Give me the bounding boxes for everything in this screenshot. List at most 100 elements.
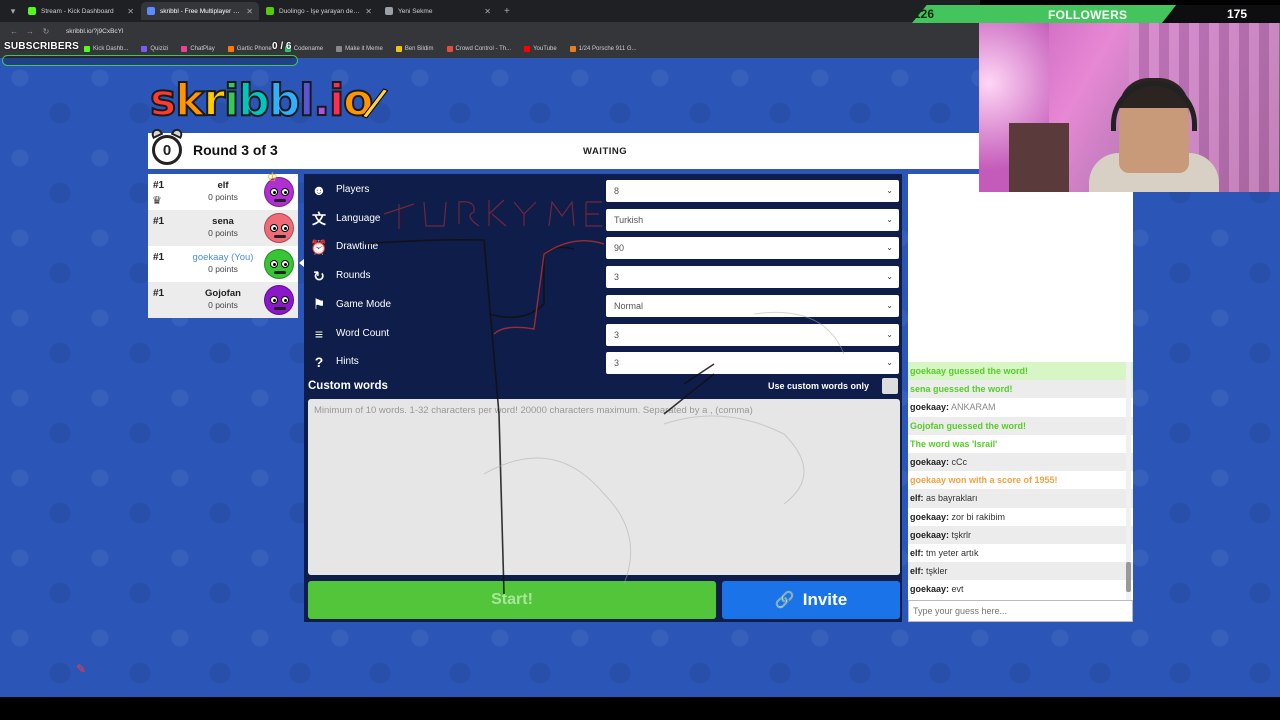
bookmark-item[interactable]: Make it Meme xyxy=(336,46,383,52)
setting-value: 3 xyxy=(614,358,620,369)
followers-goal: 175 xyxy=(1227,7,1248,21)
tab-favicon-icon xyxy=(28,7,36,15)
player-row[interactable]: #1 ♛ elf 0 points ♔ xyxy=(148,170,298,210)
setting-row-players: ☻ Players 8 ⌄ xyxy=(304,176,902,204)
custom-words-only-label: Use custom words only xyxy=(768,381,870,391)
setting-select[interactable]: 3 ⌄ xyxy=(606,266,899,289)
chat-scroll-thumb[interactable] xyxy=(1126,562,1131,592)
bookmark-item[interactable]: Kick Dashb... xyxy=(84,46,128,52)
chat-text: The word was 'Israil' xyxy=(910,438,998,449)
logo-letter: . xyxy=(312,74,331,127)
start-button[interactable]: Start! xyxy=(308,581,716,619)
webcam-feed xyxy=(979,23,1280,192)
chat-author: goekaay: xyxy=(910,511,950,522)
chat-author: goekaay: xyxy=(910,456,950,467)
bookmark-item[interactable]: YouTube xyxy=(524,46,557,52)
setting-select[interactable]: 8 ⌄ xyxy=(606,180,899,202)
bookmark-item[interactable]: ChatPlay xyxy=(181,46,215,52)
chat-message: Gojofan guessed the word! xyxy=(908,416,1133,435)
setting-select[interactable]: 90 ⌄ xyxy=(606,237,899,260)
close-tab-icon[interactable]: ✕ xyxy=(127,7,134,16)
chat-messages: goekaay guessed the word! sena guessed th… xyxy=(908,362,1133,600)
chat-message: goekaay: cCc xyxy=(908,452,1133,472)
chat-message: sena guessed the word! xyxy=(908,380,1133,399)
bookmark-item[interactable]: Quizizi xyxy=(141,46,168,52)
bookmark-item[interactable]: 1/24 Porsche 911 G... xyxy=(569,46,637,52)
invite-button[interactable]: 🔗 Invite xyxy=(722,581,900,619)
chat-scrollbar[interactable] xyxy=(1126,362,1131,600)
subscribers-label: SUBSCRIBERS xyxy=(4,41,79,52)
forward-icon[interactable]: → xyxy=(22,27,38,36)
bookmark-label: Quizizi xyxy=(150,46,169,52)
chat-message: elf: as bayrakları xyxy=(908,489,1133,508)
back-icon[interactable]: ← xyxy=(6,27,22,36)
chat-author: elf: xyxy=(910,547,924,558)
logo-letter: i xyxy=(223,74,240,127)
url-field[interactable]: skribbl.io/?j9CxBcYl xyxy=(66,28,123,35)
chat-text: zor bi rakibim xyxy=(951,511,1006,522)
reload-icon[interactable]: ↻ xyxy=(38,27,54,36)
setting-label: Hints xyxy=(336,356,359,368)
player-rank: #1 xyxy=(153,180,165,191)
chat-text: Gojofan guessed the word! xyxy=(910,420,1027,431)
chat-text: sena guessed the word! xyxy=(910,384,1013,395)
setting-value: 3 xyxy=(614,272,620,283)
bookmark-label: Codename xyxy=(293,46,324,52)
tab-search-icon[interactable]: ▾ xyxy=(4,2,22,20)
close-tab-icon[interactable]: ✕ xyxy=(246,7,253,16)
setting-select[interactable]: 3 ⌄ xyxy=(606,352,899,375)
player-rank: #1 xyxy=(153,252,165,263)
browser-tab[interactable]: Duolingo - İşe yarayan dersler ✕ xyxy=(260,2,378,20)
bookmark-item[interactable]: Crowd Control - Th... xyxy=(446,46,511,52)
setting-select[interactable]: Normal ⌄ xyxy=(606,294,899,317)
tab-favicon-icon xyxy=(385,7,393,15)
followers-goal-overlay: 126 FOLLOWERS 175 xyxy=(912,5,1280,23)
setting-label: Drawtime xyxy=(336,241,379,253)
bookmark-icon xyxy=(524,46,531,52)
chat-header-area xyxy=(908,174,1133,364)
setting-row-game-mode: ⚑ Game Mode Normal ⌄ xyxy=(304,291,902,319)
setting-row-word-count: ≡ Word Count 3 ⌄ xyxy=(304,320,902,348)
new-tab-button[interactable]: + xyxy=(504,6,510,17)
bookmark-item[interactable]: Ben Bildim xyxy=(395,46,434,52)
bookmark-icon xyxy=(569,46,576,52)
bookmark-label: Kick Dashb... xyxy=(93,46,129,52)
browser-tab[interactable]: skribbl - Free Multiplayer Drawing ✕ xyxy=(141,2,259,20)
gamemode-icon: ⚑ xyxy=(312,296,326,313)
player-name: Gojofan xyxy=(205,288,241,299)
game-status: WAITING xyxy=(583,146,628,157)
setting-row-hints: ? Hints 3 ⌄ xyxy=(304,348,902,376)
browser-tab[interactable]: Yeni Sekme ✕ xyxy=(379,2,497,20)
chat-message: goekaay won with a score of 1955! xyxy=(908,471,1133,489)
player-row[interactable]: #1 goekaay (You) 0 points xyxy=(148,246,298,282)
player-row[interactable]: #1 sena 0 points xyxy=(148,210,298,246)
custom-words-only-checkbox[interactable] xyxy=(882,378,898,394)
setting-label: Players xyxy=(336,184,370,195)
close-tab-icon[interactable]: ✕ xyxy=(365,7,372,16)
setting-label: Game Mode xyxy=(336,298,392,310)
bookmark-label: Ben Bildim xyxy=(404,46,434,52)
player-row[interactable]: #1 Gojofan 0 points xyxy=(148,282,298,318)
players-icon: ☻ xyxy=(311,182,327,198)
browser-tab[interactable]: Stream - Kick Dashboard ✕ xyxy=(22,2,140,20)
chat-author: goekaay: xyxy=(910,529,950,540)
custom-words-textarea[interactable]: Minimum of 10 words. 1-32 characters per… xyxy=(308,399,900,575)
lobby-settings-panel: ☻ Players 8 ⌄ 文 Language Turkish ⌄ ⏰ Dra… xyxy=(304,174,902,622)
custom-words-title: Custom words xyxy=(308,380,388,392)
setting-row-drawtime: ⏰ Drawtime 90 ⌄ xyxy=(304,233,902,261)
bookmark-item[interactable]: Gartic Phone xyxy=(227,46,272,52)
guess-input[interactable] xyxy=(908,600,1133,622)
setting-select[interactable]: Turkish ⌄ xyxy=(606,208,899,231)
tab-title: Duolingo - İşe yarayan dersler xyxy=(279,7,362,15)
chat-message: goekaay: evt xyxy=(908,580,1133,598)
subscribers-progress-bar xyxy=(2,55,298,66)
close-tab-icon[interactable]: ✕ xyxy=(484,7,491,16)
timer-clock-icon: 0 xyxy=(149,127,185,167)
skribbl-logo: s k r i b b l. i o / xyxy=(149,74,390,127)
bottom-bar xyxy=(0,697,1280,720)
chat-text: goekaay guessed the word! xyxy=(910,366,1029,376)
player-avatar: ♔ xyxy=(264,170,294,207)
setting-select[interactable]: 3 ⌄ xyxy=(606,323,899,346)
chat-text: cCc xyxy=(951,456,968,467)
chat-text: tşkler xyxy=(926,566,948,577)
